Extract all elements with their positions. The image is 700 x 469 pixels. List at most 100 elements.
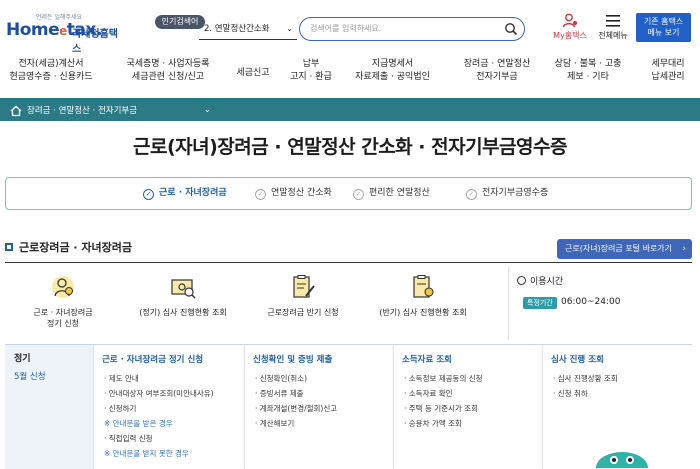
list-item[interactable]: · 직접입력 신청 — [104, 431, 214, 446]
link-list: · 신청확인(취소) · 증빙서류 제출 · 계좌개설(변경/철회)신고 · 계… — [255, 371, 337, 431]
nav-label: 지급명세서 — [371, 59, 414, 69]
tab-simplified-settlement[interactable]: ✓ 연말정산 간소화 — [255, 178, 332, 208]
list-item[interactable]: · 소득정보 제공동의 신청 — [404, 371, 483, 386]
check-circle-icon: ✓ — [143, 189, 154, 200]
quick-label: 근로장려금 반기 신청 — [267, 308, 339, 317]
home-icon[interactable] — [10, 105, 22, 117]
list-item[interactable]: · 증빙서류 제출 — [255, 386, 337, 401]
nav-item-tax-agent[interactable]: 세무대리 납세관리 — [640, 58, 696, 94]
list-item[interactable]: · 신청확인(취소) — [255, 371, 337, 386]
period-title: 정기 — [14, 354, 31, 364]
search-input[interactable]: 검색어를 입력하세요. — [299, 17, 525, 41]
section-title-text: 근로장려금 · 자녀장려금 — [19, 241, 133, 254]
search-icon[interactable] — [504, 22, 518, 36]
nav-item-payment[interactable]: 납부 고지 · 환급 — [286, 58, 336, 94]
check-circle-icon: ✓ — [353, 189, 364, 200]
incentive-portal-button[interactable]: 근로(자녀)장려금 포털 바로가기 › — [557, 239, 692, 259]
nav-item-incentives[interactable]: 장려금 · 연말정산전자기부금 — [452, 58, 542, 94]
list-item[interactable]: · 신청 취하 — [553, 386, 618, 401]
period-cell: 정기 5월 신청 — [5, 345, 93, 469]
link-list: · 심사 진행상황 조회 · 신청 취하 — [553, 371, 618, 401]
clipboard-pen-icon — [293, 275, 315, 298]
old-menu-line2: 메뉴 보기 — [647, 28, 680, 37]
old-hometax-menu-button[interactable]: 기존 홈택스 메뉴 보기 — [636, 13, 691, 42]
tab-donation-receipt[interactable]: ✓ 전자기부금영수증 — [466, 178, 548, 208]
nav-item-certificates[interactable]: 국세증명 · 사업자등록 세금관련 신청/신고 — [118, 58, 218, 94]
nav-item-statements[interactable]: 지급명세서자료제출 · 공익법인 — [345, 58, 440, 94]
breadcrumb-current[interactable]: 장려금 · 연말정산 · 전자기부금 — [27, 104, 137, 118]
chevron-down-icon[interactable]: ⌄ — [204, 105, 211, 114]
all-menu-button[interactable]: 전체메뉴 — [593, 13, 633, 43]
list-item[interactable]: · 소득자료 확인 — [404, 386, 483, 401]
tab-bar: ✓ 근로 · 자녀장려금 ✓ 연말정산 간소화 ✓ 편리한 연말정산 ✓ 전자기부금영수… — [5, 177, 692, 210]
list-item[interactable]: · 안내대상자 여부조회(미안내사유) — [104, 386, 214, 401]
popular-search-tag: 인기검색어 — [155, 15, 205, 29]
column-heading: 소득자료 조회 — [402, 355, 452, 365]
nav-label: 세금관련 신청/신고 — [131, 72, 205, 82]
nav-item-tax-filing[interactable]: 세금신고 — [228, 58, 278, 94]
chevron-down-icon: ⌄ — [286, 24, 293, 33]
list-item[interactable]: · 심사 진행상황 조회 — [553, 371, 618, 386]
main-nav: 전자(세금)계산서 현금영수증 · 신용카드 국세증명 · 사업자등록 세금관련 신… — [0, 58, 700, 98]
period-badge: 특정기간 — [523, 297, 557, 309]
list-item[interactable]: · 주택 등 기준시가 조회 — [404, 401, 483, 416]
clock-icon — [517, 276, 526, 285]
column-heading: 신청확인 및 증빙 제출 — [253, 355, 333, 365]
column-regular-application: 근로 · 자녀장려금 정기 신청 · 제도 안내 · 안내대상자 여부조회(미안… — [93, 345, 243, 469]
popular-search-value: 2. 연말정산간소화 — [204, 24, 270, 34]
application-table: 정기 5월 신청 근로 · 자녀장려금 정기 신청 · 제도 안내 · 안내대상… — [5, 344, 692, 469]
section-divider — [5, 262, 692, 263]
tab-label: 전자기부금영수증 — [482, 188, 549, 198]
nav-label: 자료제출 · 공익법인 — [355, 72, 430, 82]
column-verification: 신청확인 및 증빙 제출 · 신청확인(취소) · 증빙서류 제출 · 계좌개설… — [244, 345, 392, 469]
nav-label: 현금영수증 · 신용카드 — [9, 72, 93, 82]
period-subtitle: 5월 신청 — [14, 372, 46, 382]
breadcrumb: 장려금 · 연말정산 · 전자기부금 ⌄ — [0, 101, 700, 121]
clipboard-coin-icon — [413, 275, 434, 298]
tab-easy-settlement[interactable]: ✓ 편리한 연말정산 — [353, 178, 430, 208]
header: 언제든 일해주세요 Homeetax. 국세청홈택스 인기검색어 2. 연말정산… — [0, 0, 700, 55]
nav-label: 장려금 · 연말정산 — [463, 59, 531, 69]
nav-label: 제보 · 기타 — [567, 72, 609, 82]
list-item[interactable]: · 계산해보기 — [255, 416, 337, 431]
quick-half-year-review-status[interactable]: (반기) 심사 진행현황 조회 — [368, 274, 478, 334]
nav-item-counseling[interactable]: 상담 · 불복 · 고충제보 · 기타 — [548, 58, 628, 94]
link-list: · 제도 안내 · 안내대상자 여부조회(미안내사유) · 신청하기 ※ 안내문… — [104, 371, 214, 461]
myhome-label: My홈택스 — [553, 31, 587, 40]
list-item[interactable]: · 승용차 가액 조회 — [404, 416, 483, 431]
popular-search-dropdown[interactable]: 2. 연말정산간소화 ⌄ — [199, 18, 297, 40]
hometax-logo[interactable]: 언제든 일해주세요 Homeetax. 국세청홈택스 — [6, 10, 126, 55]
service-hours-title: 이용시간 — [517, 274, 563, 287]
person-coin-icon — [52, 276, 74, 298]
note-text: ※ 안내문을 받지 못한 경우 — [104, 449, 189, 458]
nav-label: 전자기부금 — [476, 72, 518, 82]
nav-item-einvoice[interactable]: 전자(세금)계산서 현금영수증 · 신용카드 — [8, 58, 94, 94]
note-text: ※ 안내문을 받은 경우 — [104, 419, 173, 428]
service-hours-panel: 이용시간 특정기간 06:00~24:00 — [508, 266, 692, 340]
list-item[interactable]: · 제도 안내 — [104, 371, 214, 386]
search-placeholder: 검색어를 입력하세요. — [310, 24, 382, 33]
tab-incentives[interactable]: ✓ 근로 · 자녀장려금 — [143, 178, 227, 208]
all-menu-label: 전체메뉴 — [598, 31, 628, 40]
column-heading: 심사 진행 조회 — [551, 355, 604, 365]
quick-half-year-application[interactable]: 근로장려금 반기 신청 — [248, 274, 358, 334]
quick-regular-review-status[interactable]: (정기) 심사 진행현황 조회 — [128, 274, 238, 334]
old-menu-line1: 기존 홈택스 — [643, 17, 684, 26]
section-title: 근로장려금 · 자녀장려금 — [5, 239, 132, 255]
nav-label: 상담 · 불복 · 고충 — [554, 59, 622, 69]
column-heading: 근로 · 자녀장려금 정기 신청 — [102, 355, 204, 365]
service-hours-time: 06:00~24:00 — [561, 297, 621, 307]
list-item[interactable]: · 신청하기 — [104, 401, 214, 416]
tab-label: 연말정산 간소화 — [271, 188, 332, 198]
quick-label: (반기) 심사 진행현황 조회 — [379, 308, 467, 317]
quick-label: (정기) 심사 진행현황 조회 — [139, 308, 227, 317]
nav-label: 고지 · 환급 — [290, 72, 332, 82]
check-circle-icon: ✓ — [255, 189, 266, 200]
nav-label: 세금신고 — [236, 68, 270, 78]
quick-label: 근로 · 자녀장려금 정기 신청 — [33, 308, 93, 328]
tab-label: 편리한 연말정산 — [369, 188, 430, 198]
quick-regular-application[interactable]: 근로 · 자녀장려금 정기 신청 — [8, 274, 118, 334]
myhome-button[interactable]: My홈택스 — [549, 13, 591, 43]
list-item[interactable]: · 계좌개설(변경/철회)신고 — [255, 401, 337, 416]
chatbot-mascot-icon[interactable] — [592, 446, 652, 468]
